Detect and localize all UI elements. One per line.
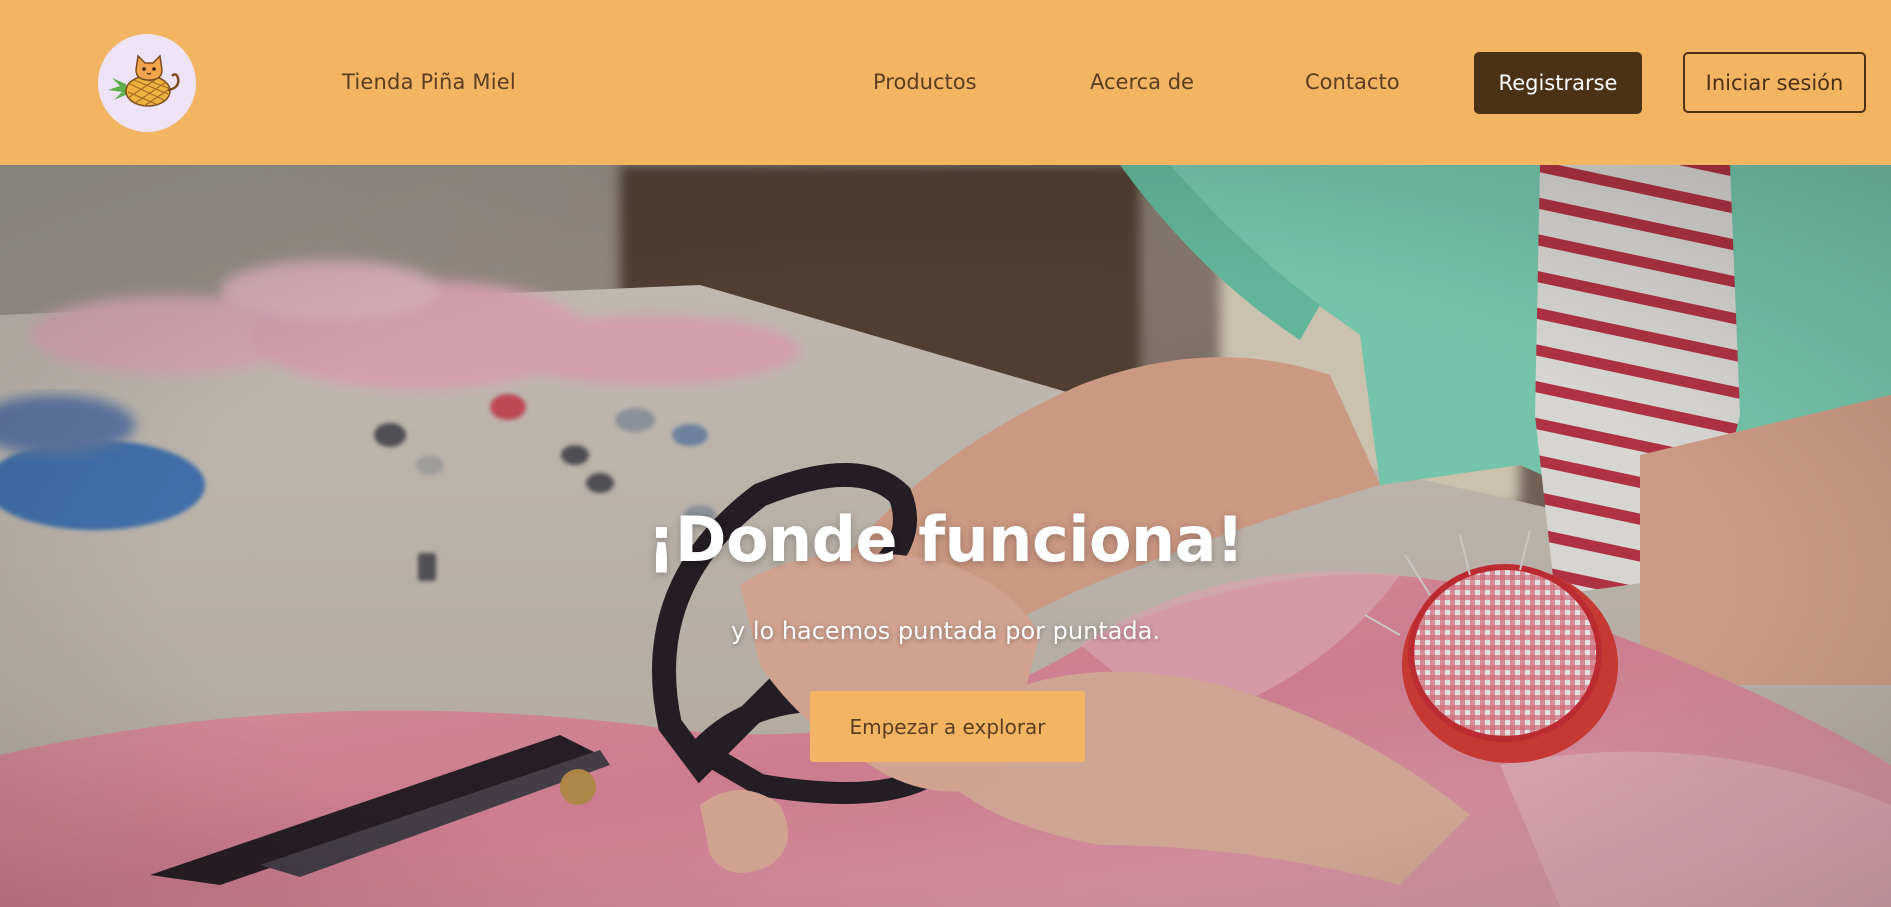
explore-button[interactable]: Empezar a explorar — [810, 691, 1085, 762]
nav-link-contacto[interactable]: Contacto — [1305, 70, 1400, 94]
nav-link-acerca-de[interactable]: Acerca de — [1090, 70, 1194, 94]
pineapple-cat-icon — [108, 54, 180, 107]
register-button[interactable]: Registrarse — [1474, 52, 1642, 114]
site-header: Tienda Piña Miel Productos Acerca de Con… — [0, 0, 1891, 165]
nav-link-productos[interactable]: Productos — [873, 70, 977, 94]
hero-subtitle: y lo hacemos puntada por puntada. — [731, 617, 1160, 645]
login-button[interactable]: Iniciar sesión — [1683, 52, 1866, 113]
hero-title: ¡Donde funciona! — [647, 503, 1244, 576]
logo[interactable] — [98, 34, 196, 132]
hero-section: ¡Donde funciona! y lo hacemos puntada po… — [0, 165, 1891, 907]
brand-name[interactable]: Tienda Piña Miel — [342, 70, 516, 94]
